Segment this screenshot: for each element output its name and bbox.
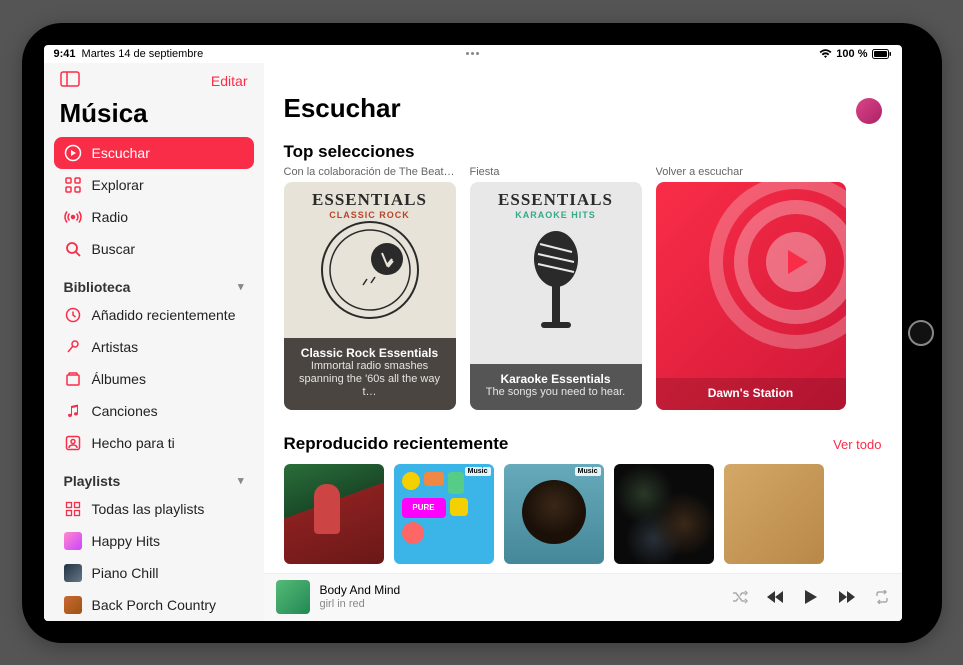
recently-played-title: Reproducido recientemente — [284, 428, 509, 456]
playlist-grid-icon — [64, 500, 82, 518]
recently-played-row[interactable]: Music PURE Music — [284, 456, 902, 564]
play-button[interactable] — [802, 588, 820, 606]
page-title: Escuchar — [284, 93, 401, 124]
sidebar-item-label: Álbumes — [92, 371, 146, 387]
section-title: Biblioteca — [64, 279, 131, 295]
recent-tile[interactable] — [724, 464, 824, 564]
play-circle-icon — [64, 144, 82, 162]
pick-caption-title: Classic Rock Essentials — [294, 346, 446, 360]
top-pick-card[interactable]: Con la colaboración de The Beatles ESSEN… — [284, 164, 456, 410]
artwork-subtitle: KARAOKE HITS — [470, 210, 642, 220]
screen: 9:41 Martes 14 de septiembre 100 % — [44, 45, 902, 621]
previous-button[interactable] — [766, 588, 784, 606]
sidebar-item-label: Happy Hits — [92, 533, 160, 549]
sidebar-item-playlist-happy-hits[interactable]: Happy Hits — [54, 525, 254, 557]
grid-icon — [64, 176, 82, 194]
recent-tile[interactable] — [614, 464, 714, 564]
sidebar-item-label: Buscar — [92, 241, 136, 257]
album-icon — [64, 370, 82, 388]
sidebar: Editar Música Escuchar Explorar Radio — [44, 63, 264, 621]
status-date: Martes 14 de septiembre — [82, 48, 204, 60]
sidebar-item-label: Todas las playlists — [92, 501, 205, 517]
sidebar-item-label: Escuchar — [92, 145, 150, 161]
top-picks-row[interactable]: Con la colaboración de The Beatles ESSEN… — [284, 164, 902, 410]
home-button[interactable] — [908, 320, 934, 346]
top-picks-title: Top selecciones — [284, 136, 902, 164]
sidebar-item-made-for-you[interactable]: Hecho para ti — [54, 427, 254, 459]
sidebar-item-search[interactable]: Buscar — [54, 233, 254, 265]
sidebar-item-playlist-piano-chill[interactable]: Piano Chill — [54, 557, 254, 589]
pick-caption-sub: The songs you need to hear. — [480, 386, 632, 399]
radio-icon — [64, 208, 82, 226]
sidebar-item-label: Hecho para ti — [92, 435, 175, 451]
recent-tile[interactable] — [284, 464, 384, 564]
sidebar-item-all-playlists[interactable]: Todas las playlists — [54, 493, 254, 525]
sidebar-item-songs[interactable]: Canciones — [54, 395, 254, 427]
chevron-down-icon: ▾ — [238, 280, 244, 293]
sidebar-item-artists[interactable]: Artistas — [54, 331, 254, 363]
sidebar-item-label: Radio — [92, 209, 129, 225]
recent-tile[interactable]: Music PURE — [394, 464, 494, 564]
wifi-icon — [819, 49, 832, 59]
artwork-title: ESSENTIALS — [284, 190, 456, 210]
artwork-subtitle: CLASSIC ROCK — [284, 210, 456, 220]
sidebar-item-radio[interactable]: Radio — [54, 201, 254, 233]
top-pick-card[interactable]: Volver a escuchar Dawn's Station — [656, 164, 846, 410]
artwork-title: ESSENTIALS — [470, 190, 642, 210]
music-note-icon — [64, 402, 82, 420]
now-playing-artist: girl in red — [320, 598, 722, 611]
top-pick-card[interactable]: Fiesta ESSENTIALS KARAOKE HITS Karaoke E… — [470, 164, 642, 410]
playlist-thumb — [64, 596, 82, 614]
sidebar-item-label: Piano Chill — [92, 565, 159, 581]
microphone-icon — [64, 338, 82, 356]
edit-button[interactable]: Editar — [211, 73, 248, 89]
sidebar-item-label: Artistas — [92, 339, 139, 355]
pick-caption-sub: Immortal radio smashes spanning the '60s… — [294, 360, 446, 400]
main-content: Escuchar Top selecciones Con la colabora… — [264, 63, 902, 621]
pick-caption-title: Dawn's Station — [666, 386, 836, 400]
shuffle-button[interactable] — [732, 588, 748, 606]
section-title: Playlists — [64, 473, 121, 489]
pick-caption-title: Karaoke Essentials — [480, 372, 632, 386]
status-bar: 9:41 Martes 14 de septiembre 100 % — [44, 45, 902, 63]
pick-subtitle: Fiesta — [470, 164, 642, 182]
sidebar-item-browse[interactable]: Explorar — [54, 169, 254, 201]
battery-percent: 100 % — [836, 48, 867, 60]
sidebar-item-label: Canciones — [92, 403, 158, 419]
sidebar-toggle-icon[interactable] — [60, 71, 80, 92]
sidebar-item-label: Añadido recientemente — [92, 307, 236, 323]
person-square-icon — [64, 434, 82, 452]
clock-icon — [64, 306, 82, 324]
playlist-thumb — [64, 564, 82, 582]
sidebar-item-albums[interactable]: Álbumes — [54, 363, 254, 395]
now-playing-bar[interactable]: Body And Mind girl in red — [264, 573, 902, 621]
playlist-thumb — [64, 532, 82, 550]
pick-subtitle: Con la colaboración de The Beatles — [284, 164, 456, 182]
sidebar-item-listen-now[interactable]: Escuchar — [54, 137, 254, 169]
now-playing-artwork[interactable] — [276, 580, 310, 614]
sidebar-item-label: Explorar — [92, 177, 144, 193]
music-badge: Music — [575, 467, 601, 476]
now-playing-title: Body And Mind — [320, 583, 722, 597]
chevron-down-icon: ▾ — [238, 474, 244, 487]
recent-tile[interactable]: Music — [504, 464, 604, 564]
library-section-header[interactable]: Biblioteca ▾ — [54, 265, 254, 299]
multitask-handle[interactable] — [460, 52, 486, 56]
sidebar-item-recently-added[interactable]: Añadido recientemente — [54, 299, 254, 331]
app-title: Música — [54, 98, 254, 137]
sidebar-item-label: Back Porch Country — [92, 597, 217, 613]
profile-avatar[interactable] — [856, 98, 882, 124]
pick-subtitle: Volver a escuchar — [656, 164, 846, 182]
search-icon — [64, 240, 82, 258]
status-time: 9:41 — [54, 48, 76, 60]
battery-icon — [872, 49, 892, 59]
next-button[interactable] — [838, 588, 856, 606]
sidebar-item-playlist-back-porch[interactable]: Back Porch Country — [54, 589, 254, 621]
repeat-button[interactable] — [874, 588, 890, 606]
ipad-device-frame: 9:41 Martes 14 de septiembre 100 % — [22, 23, 942, 643]
see-all-button[interactable]: Ver todo — [833, 437, 881, 452]
playlists-section-header[interactable]: Playlists ▾ — [54, 459, 254, 493]
